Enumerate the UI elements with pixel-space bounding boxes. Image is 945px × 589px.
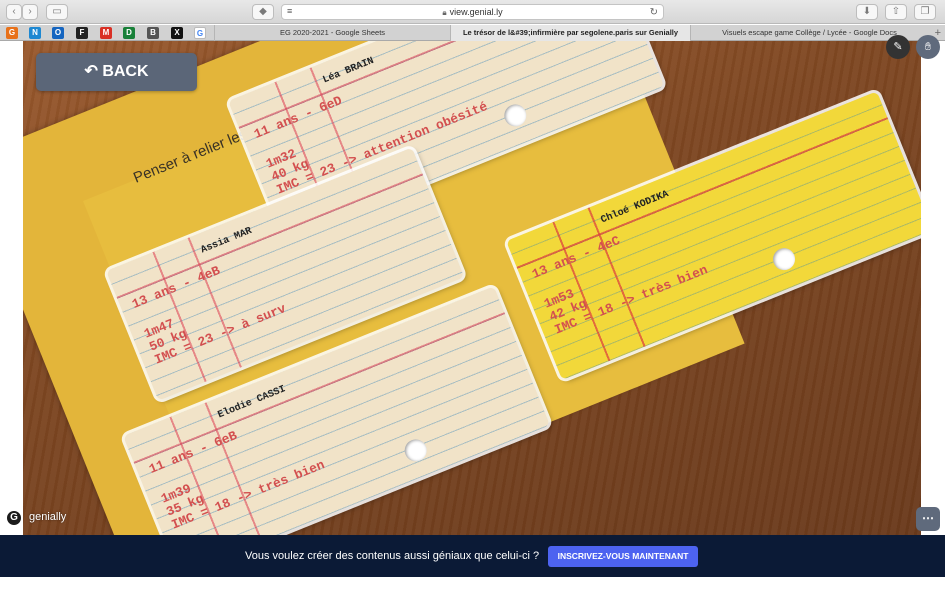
genially-logo-icon: G	[5, 509, 23, 527]
bookmark-icon-4[interactable]: F	[76, 27, 88, 39]
tab-google-sheets[interactable]: EG 2020-2021 - Google Sheets	[214, 25, 450, 41]
card-hole	[401, 436, 431, 465]
browser-toolbar: ‹ › ▭ ◆ ≡ 🔒︎ view.genial.ly ↻ ⬇ ⇧ ❐	[0, 0, 945, 24]
signup-button[interactable]: INSCRIVEZ-VOUS MAINTENANT	[548, 546, 698, 567]
card-hole	[501, 101, 530, 130]
back-nav-button[interactable]: ‹	[6, 4, 22, 20]
tag-icon[interactable]: ◆	[252, 4, 274, 20]
card-age: 13 ans - 4eB	[129, 262, 223, 312]
back-button[interactable]: ↶ BACK	[36, 53, 197, 91]
bookmark-icon-7[interactable]: B	[147, 27, 159, 39]
card-age: 11 ans - 6eD	[251, 92, 345, 142]
back-button-label: BACK	[102, 63, 149, 80]
share-icon[interactable]: ⇧	[885, 4, 907, 20]
pencil-icon[interactable]: ✎	[886, 35, 910, 59]
more-icon[interactable]: ⋯	[916, 507, 940, 531]
card-name: Assia MAR	[199, 225, 254, 257]
card-age: 13 ans - 4eC	[529, 232, 623, 282]
page-content: Penser à relier les points... Léa BRAIN …	[0, 35, 945, 535]
tab-genially[interactable]: Le trésor de l&#39;infirmière par segole…	[450, 25, 690, 41]
download-icon[interactable]: ⬇	[856, 4, 878, 20]
signup-banner: Vous voulez créer des contenus aussi gén…	[0, 535, 945, 577]
card-hole	[769, 244, 799, 274]
card-name: Léa BRAIN	[321, 55, 376, 87]
bookmark-icon-2[interactable]: N	[29, 27, 41, 39]
lock-icon: 🔒︎	[442, 8, 447, 17]
banner-message: Vous voulez créer des contenus aussi gén…	[245, 550, 540, 562]
address-bar[interactable]: ≡ 🔒︎ view.genial.ly ↻	[281, 4, 664, 20]
tab-bar: G N O F M D B X G EG 2020-2021 - Google …	[0, 25, 945, 41]
undo-arrow-icon: ↶	[84, 63, 103, 80]
tabs-overview-icon[interactable]: ❐	[914, 4, 936, 20]
bookmark-icon-9[interactable]: G	[194, 27, 206, 39]
hand-icon[interactable]: ✋︎	[916, 35, 940, 59]
genially-canvas: Penser à relier les points... Léa BRAIN …	[23, 41, 921, 535]
bookmark-icon-3[interactable]: O	[52, 27, 64, 39]
bookmark-icon-6[interactable]: D	[123, 27, 135, 39]
reload-icon[interactable]: ↻	[650, 5, 658, 20]
bookmark-icon-1[interactable]: G	[6, 27, 18, 39]
genially-logo-text: genially	[29, 511, 67, 523]
card-age: 11 ans - 6eB	[146, 427, 240, 477]
sidebar-toggle-button[interactable]: ▭	[46, 4, 68, 20]
bookmark-icon-5[interactable]: M	[100, 27, 112, 39]
bookmark-icon-8[interactable]: X	[171, 27, 183, 39]
url-text: view.genial.ly	[449, 7, 503, 17]
forward-nav-button[interactable]: ›	[22, 4, 38, 20]
